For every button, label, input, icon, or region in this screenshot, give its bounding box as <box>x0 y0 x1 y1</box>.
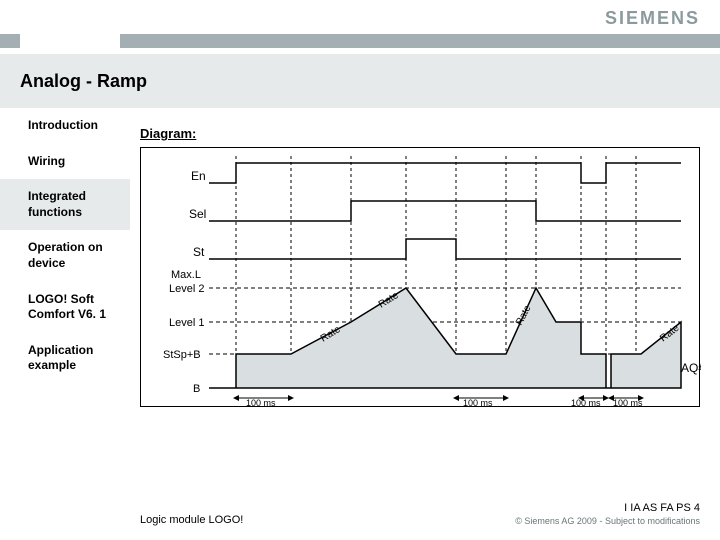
timing-diagram: En Sel St Max.L Level 2 Level 1 StSp+B B… <box>140 147 700 407</box>
sidebar-item-application-example[interactable]: Application example <box>0 333 130 384</box>
top-band <box>0 34 720 48</box>
page-title: Analog - Ramp <box>20 71 147 92</box>
label-st: St <box>193 245 205 259</box>
label-level1: Level 1 <box>169 317 204 329</box>
footer: Logic module LOGO! I IA AS FA PS 4 © Sie… <box>140 502 700 526</box>
sidebar-item-integrated-functions[interactable]: Integrated functions <box>0 179 130 230</box>
label-output: AQ# <box>681 361 701 375</box>
label-maxl: Max.L <box>171 269 201 281</box>
sidebar: Introduction Wiring Integrated functions… <box>0 108 130 384</box>
sidebar-item-soft-comfort[interactable]: LOGO! Soft Comfort V6. 1 <box>0 282 130 333</box>
footer-right: I IA AS FA PS 4 <box>515 502 700 514</box>
svg-text:100 ms: 100 ms <box>613 398 643 408</box>
content-area: Diagram: En Sel St <box>140 126 700 407</box>
label-sel: Sel <box>189 207 206 221</box>
signal-en <box>209 163 681 183</box>
copyright: © Siemens AG 2009 - Subject to modificat… <box>515 516 700 526</box>
footer-left: Logic module LOGO! <box>140 514 243 526</box>
siemens-logo: SIEMENS <box>605 8 700 29</box>
title-bar: Analog - Ramp <box>0 54 720 108</box>
timing-annotations: 100 ms 100 ms 100 ms 100 ms <box>236 398 643 408</box>
svg-text:100 ms: 100 ms <box>246 398 276 408</box>
label-level2: Level 2 <box>169 283 204 295</box>
sidebar-item-introduction[interactable]: Introduction <box>0 108 130 144</box>
signal-st <box>209 239 681 259</box>
analog-ramp <box>209 288 681 388</box>
label-en: En <box>191 169 206 183</box>
label-b: B <box>193 383 200 395</box>
sidebar-item-wiring[interactable]: Wiring <box>0 144 130 180</box>
diagram-svg: En Sel St Max.L Level 2 Level 1 StSp+B B… <box>141 148 701 408</box>
diagram-heading: Diagram: <box>140 126 700 141</box>
svg-text:100 ms: 100 ms <box>463 398 493 408</box>
label-stspb: StSp+B <box>163 349 201 361</box>
signal-sel <box>209 201 681 221</box>
sidebar-item-operation[interactable]: Operation on device <box>0 230 130 281</box>
svg-text:100 ms: 100 ms <box>571 398 601 408</box>
